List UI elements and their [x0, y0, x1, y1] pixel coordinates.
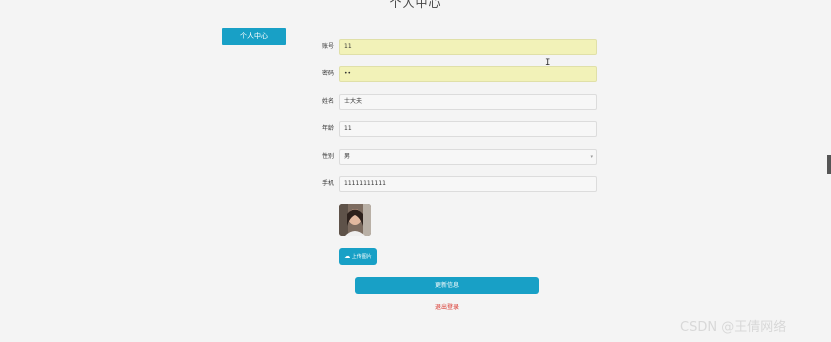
avatar — [339, 204, 371, 236]
password-label: 密码 — [322, 70, 335, 77]
name-label: 姓名 — [322, 98, 335, 105]
name-input[interactable]: 士大夫 — [339, 94, 597, 110]
gender-label: 性别 — [322, 153, 335, 160]
logout-link[interactable]: 退出登录 — [355, 302, 539, 311]
scrollbar-handle[interactable] — [827, 155, 831, 174]
upload-image-button[interactable]: ☁ 上传图片 — [339, 248, 377, 265]
account-input[interactable]: 11 — [339, 39, 597, 55]
cloud-upload-icon: ☁ — [344, 253, 351, 260]
gender-select[interactable]: 男 ▾ — [339, 149, 597, 165]
upload-image-label: 上传图片 — [351, 254, 372, 260]
age-label: 年龄 — [322, 125, 335, 132]
watermark: CSDN @王倩网络 — [680, 320, 787, 335]
gender-select-value: 男 — [344, 153, 351, 160]
sidebar-item-personal-center[interactable]: 个人中心 — [222, 28, 286, 45]
text-cursor-icon: I — [545, 58, 551, 68]
phone-label: 手机 — [322, 180, 335, 187]
account-label: 账号 — [322, 43, 335, 50]
age-input[interactable]: 11 — [339, 121, 597, 137]
phone-input[interactable]: 11111111111 — [339, 176, 597, 192]
chevron-down-icon: ▾ — [590, 154, 593, 160]
page-title: 个人中心 — [389, 0, 442, 10]
update-info-button[interactable]: 更新信息 — [355, 277, 539, 294]
avatar-photo — [339, 204, 371, 236]
password-input[interactable]: •• — [339, 66, 597, 82]
